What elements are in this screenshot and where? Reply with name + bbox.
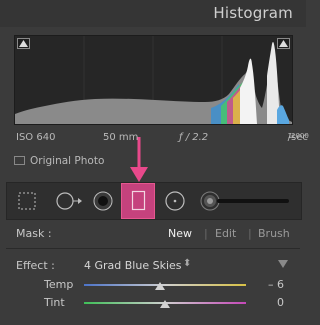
temp-slider-row: Temp – 6: [6, 276, 300, 294]
temp-label: Temp: [44, 278, 74, 291]
spot-removal-icon: [56, 192, 82, 210]
panel-title: Histogram: [213, 4, 293, 22]
adjustment-brush-tool[interactable]: [197, 183, 297, 219]
effect-label: Effect :: [16, 259, 55, 272]
mask-separator: |: [204, 227, 208, 240]
shadow-clipping-toggle[interactable]: [17, 38, 30, 49]
tint-value[interactable]: 0: [277, 296, 284, 309]
mask-brush-button[interactable]: Brush: [258, 227, 290, 240]
mask-edit-button[interactable]: Edit: [215, 227, 236, 240]
mask-new-button[interactable]: New: [168, 227, 192, 240]
mask-label: Mask :: [16, 227, 52, 240]
tool-strip: [6, 182, 302, 220]
crop-overlay-tool[interactable]: [13, 183, 41, 219]
effect-row: Effect : 4 Grad Blue Skies ⬍: [6, 255, 300, 275]
tint-slider-thumb[interactable]: [160, 300, 170, 308]
iso-value: ISO 640: [16, 132, 56, 143]
histogram-graph-svg: [15, 36, 292, 124]
radial-filter-icon: [165, 191, 185, 211]
graduated-filter-icon: [131, 190, 146, 211]
arrow-annotation-icon: [130, 137, 148, 182]
graduated-filter-tool[interactable]: [121, 183, 155, 219]
red-eye-icon: [93, 191, 113, 211]
divider: [6, 248, 300, 249]
aperture-value: ƒ / 2.2: [179, 132, 209, 143]
mask-row: Mask : New | Edit | Brush: [6, 222, 300, 246]
highlight-clipping-toggle[interactable]: [277, 38, 290, 49]
temp-value[interactable]: – 6: [268, 278, 284, 291]
original-photo-checkbox[interactable]: Original Photo: [14, 155, 104, 167]
shutter-unit: sec: [291, 132, 308, 143]
collapse-triangle-icon[interactable]: [278, 260, 288, 268]
checkbox-icon[interactable]: [14, 155, 25, 165]
exif-info-row: ISO 640 50 mm ƒ / 2.2 1/2000 sec: [14, 132, 309, 146]
shutter-speed-value: 1/2000 sec: [287, 132, 309, 143]
histogram-panel-header[interactable]: Histogram: [0, 0, 306, 28]
histogram-graph: [14, 35, 293, 125]
tint-slider-row: Tint 0: [6, 294, 300, 312]
radial-filter-tool[interactable]: [161, 183, 189, 219]
mask-separator: |: [248, 227, 252, 240]
adjustment-brush-icon: [200, 191, 289, 211]
original-photo-label: Original Photo: [30, 155, 105, 167]
histogram-area: ISO 640 50 mm ƒ / 2.2 1/2000 sec Origina…: [0, 27, 309, 173]
effect-preset-select[interactable]: 4 Grad Blue Skies: [84, 259, 182, 272]
temp-slider-thumb[interactable]: [155, 282, 166, 290]
red-eye-tool[interactable]: [89, 183, 117, 219]
crop-icon: [18, 192, 36, 210]
spot-removal-tool[interactable]: [51, 183, 85, 219]
tint-label: Tint: [44, 296, 65, 309]
effect-stepper-icon[interactable]: ⬍: [183, 258, 191, 269]
